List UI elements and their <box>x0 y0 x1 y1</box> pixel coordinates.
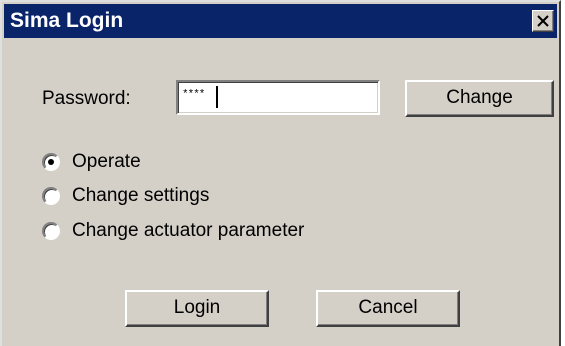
close-icon <box>537 15 549 27</box>
radio-button[interactable] <box>42 222 60 240</box>
radio-selected-dot <box>48 159 54 165</box>
title-bar[interactable]: Sima Login <box>4 4 557 38</box>
change-button[interactable]: Change <box>405 80 554 117</box>
cancel-button[interactable]: Cancel <box>316 290 460 327</box>
login-dialog: Sima Login Password: **** Change Operate… <box>0 0 561 346</box>
radio-label-change-actuator-parameter: Change actuator parameter <box>72 220 305 241</box>
window-title: Sima Login <box>10 9 124 32</box>
password-value: **** <box>182 89 205 101</box>
text-caret <box>216 86 218 108</box>
radio-label-change-settings: Change settings <box>72 185 210 206</box>
password-input[interactable]: **** <box>176 80 380 115</box>
password-label: Password: <box>42 88 131 109</box>
close-button[interactable] <box>532 10 554 32</box>
radio-label-operate: Operate <box>72 151 141 172</box>
radio-button[interactable] <box>42 153 60 171</box>
radio-button[interactable] <box>42 187 60 205</box>
login-button[interactable]: Login <box>125 290 269 327</box>
